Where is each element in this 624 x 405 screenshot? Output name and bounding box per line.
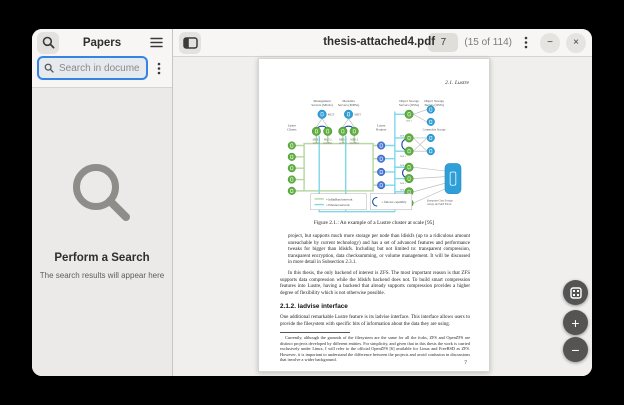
hamburger-menu-icon xyxy=(150,37,163,48)
label-mdt: MDT xyxy=(354,113,361,117)
legend-ethernet: = Ethernet network xyxy=(326,203,350,207)
figure-caption: Figure 2.1.: An example of a Lustre clus… xyxy=(259,220,489,226)
document-title: thesis-attached4.pdf xyxy=(323,29,435,56)
sidebar-panel-icon xyxy=(183,37,198,49)
legend-failover: = failover capability xyxy=(382,200,407,204)
zoom-in-button[interactable]: + xyxy=(563,310,588,335)
paragraph: One additional remarkable Lustre feature… xyxy=(280,315,470,328)
lustre-client-nodes xyxy=(288,142,296,195)
zoom-fit-button[interactable] xyxy=(563,280,588,305)
label-oss1: OSS 1 xyxy=(406,119,413,122)
label-oss5: OSS 5 xyxy=(400,182,407,185)
running-header: 2.1. Lustre xyxy=(445,80,469,86)
label-oss4: OSS 4 xyxy=(400,164,407,167)
label-oss2: OSS 2 xyxy=(400,135,407,138)
legend-infiniband: = InfiniBand network xyxy=(326,197,353,201)
diagram-legend: = InfiniBand network = Ethernet network … xyxy=(311,194,412,210)
document-view: thesis-attached4.pdf (15 of 114) − × 2.1… xyxy=(173,29,592,376)
label-mgs2: MGS 2 xyxy=(324,138,332,141)
sidebar-header-area: Papers xyxy=(32,29,172,88)
label-mds1: MDS 1 xyxy=(339,138,347,141)
search-sidebar: Papers xyxy=(32,29,173,376)
label-commodity-storage: Commodity Storage xyxy=(423,127,447,131)
minimize-icon: − xyxy=(547,38,553,48)
ost-storage-nodes: Commodity Storage Enterprise-Class Stora… xyxy=(423,106,461,206)
infiniband-network-lines xyxy=(296,136,378,191)
svg-text:Servers (MGSs): Servers (MGSs) xyxy=(311,103,332,107)
search-input[interactable] xyxy=(57,62,141,75)
search-input-icon xyxy=(44,63,54,73)
svg-text:Targets (OSTs): Targets (OSTs) xyxy=(424,103,444,107)
kebab-menu-icon xyxy=(524,36,528,49)
search-empty-state: Perform a Search The search results will… xyxy=(32,88,172,376)
svg-text:(active): (active) xyxy=(339,142,346,145)
management-metadata-targets: MGT MDT xyxy=(318,110,361,119)
label-enterprise-storage: Enterprise-Class Storage xyxy=(427,199,454,202)
close-button[interactable]: × xyxy=(566,33,586,53)
footnote: Currently, although the grounds of the f… xyxy=(280,335,470,363)
search-icon xyxy=(42,36,55,49)
search-toggle-button[interactable] xyxy=(37,32,59,54)
document-menu-button[interactable] xyxy=(518,32,534,54)
search-options-button[interactable] xyxy=(151,57,167,79)
label-mgs1: MGS 1 xyxy=(313,138,321,141)
headerbar-right-cluster: (15 of 114) − × xyxy=(428,32,586,54)
zoom-out-button[interactable]: − xyxy=(563,337,588,362)
main-headerbar: thesis-attached4.pdf (15 of 114) − × xyxy=(173,29,592,57)
label-mgt: MGT xyxy=(328,113,335,117)
kebab-menu-icon xyxy=(157,62,161,75)
sidebar-headerbar: Papers xyxy=(32,29,172,56)
empty-state-title: Perform a Search xyxy=(54,252,149,264)
papers-app-window: Papers xyxy=(32,29,592,376)
lustre-router-nodes xyxy=(377,142,385,189)
footnote-rule xyxy=(280,332,350,333)
document-search-row xyxy=(32,56,172,80)
svg-text:(standby): (standby) xyxy=(323,142,332,145)
svg-text:Servers (MDSs): Servers (MDSs) xyxy=(338,103,359,107)
search-input-field[interactable] xyxy=(37,56,148,80)
desktop-background: Papers xyxy=(0,0,624,405)
svg-text:Arrays and SAN Fabric: Arrays and SAN Fabric xyxy=(427,203,452,206)
paragraph: project, but supports much more storage … xyxy=(280,234,470,267)
page-count-label: (15 of 114) xyxy=(464,37,512,48)
empty-state-subtitle: The search results will appear here xyxy=(40,271,165,280)
svg-text:(standby): (standby) xyxy=(350,142,359,145)
label-oss3: OSS 3 xyxy=(400,155,407,158)
svg-text:Servers (OSSs): Servers (OSSs) xyxy=(399,103,419,107)
pdf-page: 2.1. Lustre xyxy=(258,58,490,372)
page-footer-number: 7 xyxy=(464,360,467,366)
main-menu-button[interactable] xyxy=(145,32,167,54)
diagram-column-headers: Management Servers (MGSs) Metadata Serve… xyxy=(287,99,444,131)
section-heading: 2.1.2. ladvise interface xyxy=(280,303,348,310)
document-canvas[interactable]: 2.1. Lustre xyxy=(173,57,592,376)
lustre-cluster-figure: Management Servers (MGSs) Metadata Serve… xyxy=(271,92,479,216)
label-mds2: MDS 2 xyxy=(350,138,358,141)
zoom-fit-icon xyxy=(570,287,582,299)
minimize-button[interactable]: − xyxy=(540,33,560,53)
svg-text:Routers: Routers xyxy=(376,127,387,131)
zoom-out-icon: − xyxy=(571,342,579,358)
close-icon: × xyxy=(573,38,579,48)
app-title: Papers xyxy=(63,37,141,49)
large-search-icon xyxy=(69,160,135,226)
label-oss6: OSS 6 xyxy=(400,188,407,191)
paragraph: In this thesis, the only backend of inte… xyxy=(280,271,470,297)
svg-text:Clients: Clients xyxy=(287,127,297,131)
svg-text:(active): (active) xyxy=(313,142,320,145)
enterprise-storage-array xyxy=(445,163,461,193)
zoom-in-icon: + xyxy=(571,315,579,331)
toggle-sidebar-button[interactable] xyxy=(179,32,201,54)
